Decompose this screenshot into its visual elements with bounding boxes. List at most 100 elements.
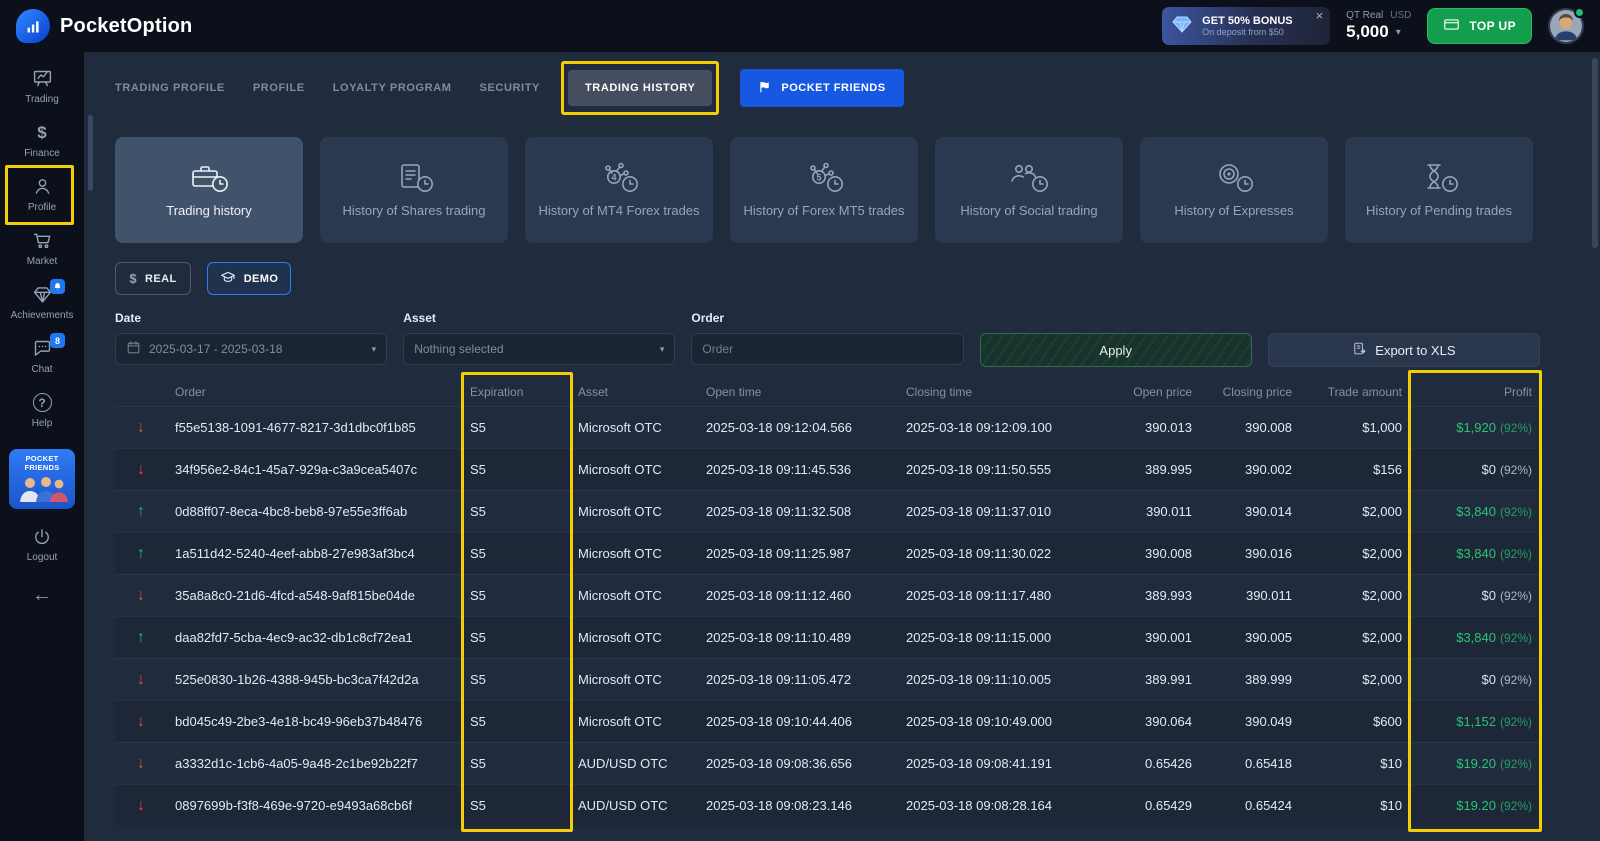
tab-trading-history[interactable]: TRADING HISTORY xyxy=(568,70,712,106)
sidebar-item-label: Finance xyxy=(24,148,60,159)
pocketoption-logo-icon xyxy=(16,9,50,43)
header-closing-price: Closing price xyxy=(1200,385,1300,399)
cell-closing-price: 390.002 xyxy=(1200,462,1300,477)
balance-selector[interactable]: QT Real USD 5,000 ▾ xyxy=(1346,10,1411,42)
sidebar-item-help[interactable]: ? Help xyxy=(0,384,84,438)
app-logo[interactable]: PocketOption xyxy=(16,9,192,43)
left-scrollbar-thumb[interactable] xyxy=(88,115,93,191)
cell-expiration: S5 xyxy=(462,546,570,561)
cell-asset: Microsoft OTC xyxy=(570,672,698,687)
bonus-subtitle: On deposit from $50 xyxy=(1202,27,1292,37)
cell-order-id: 0897699b-f3f8-469e-9720-e9493a68cb6f xyxy=(167,798,462,813)
cell-closing-price: 0.65424 xyxy=(1200,798,1300,813)
history-card-mt5-forex[interactable]: 5 History of Forex MT5 trades xyxy=(730,137,918,243)
cell-closing-time: 2025-03-18 09:08:28.164 xyxy=(898,798,1098,813)
sidebar-item-chat[interactable]: Chat 8 xyxy=(0,330,84,384)
demo-account-button[interactable]: DEMO xyxy=(207,262,291,295)
history-card-mt4-forex[interactable]: 4 History of MT4 Forex trades xyxy=(525,137,713,243)
real-account-button[interactable]: $ REAL xyxy=(115,262,191,295)
header-profit: Profit xyxy=(1410,385,1540,399)
order-filter-group: Order xyxy=(691,311,963,367)
topbar-right: GET 50% BONUS On deposit from $50 × QT R… xyxy=(1162,7,1584,45)
tab-profile[interactable]: PROFILE xyxy=(253,82,305,94)
trade-direction-down-icon: ↓ xyxy=(115,461,167,479)
collapse-sidebar-arrow-icon[interactable]: ← xyxy=(32,584,52,607)
cell-asset: Microsoft OTC xyxy=(570,504,698,519)
cell-open-price: 389.995 xyxy=(1098,462,1200,477)
graduation-cap-icon xyxy=(220,269,236,288)
history-card-label: History of Social trading xyxy=(960,203,1097,220)
trade-direction-up-icon: ↑ xyxy=(115,629,167,647)
table-row: ↑1a511d42-5240-4eef-abb8-27e983af3bc4S5M… xyxy=(115,532,1540,574)
people-clock-icon xyxy=(1007,160,1051,194)
online-status-dot xyxy=(1574,7,1585,18)
profile-tabs: TRADING PROFILE PROFILE LOYALTY PROGRAM … xyxy=(115,65,1574,111)
apply-button[interactable]: Apply xyxy=(980,333,1252,367)
cell-closing-time: 2025-03-18 09:12:09.100 xyxy=(898,420,1098,435)
order-input[interactable] xyxy=(702,342,952,356)
top-up-button[interactable]: TOP UP xyxy=(1427,8,1532,44)
pocket-friends-label: POCKET FRIENDS xyxy=(16,454,68,473)
cell-expiration: S5 xyxy=(462,588,570,603)
cell-profit: $3,840(92%) xyxy=(1410,630,1540,645)
history-card-shares-trading[interactable]: History of Shares trading xyxy=(320,137,508,243)
cell-open-time: 2025-03-18 09:11:10.489 xyxy=(698,630,898,645)
cell-open-price: 389.991 xyxy=(1098,672,1200,687)
cell-profit: $0(92%) xyxy=(1410,588,1540,603)
cell-trade-amount: $156 xyxy=(1300,462,1410,477)
user-avatar[interactable] xyxy=(1548,8,1584,44)
history-card-social-trading[interactable]: History of Social trading xyxy=(935,137,1123,243)
trade-direction-down-icon: ↓ xyxy=(115,587,167,605)
cell-profit: $1,920(92%) xyxy=(1410,420,1540,435)
profit-percent: (92%) xyxy=(1500,505,1532,519)
profit-amount: $3,840 xyxy=(1456,504,1496,519)
sidebar-item-label: Profile xyxy=(28,202,56,213)
history-card-label: History of Pending trades xyxy=(1366,203,1512,220)
achievements-notification-badge xyxy=(50,279,65,294)
cell-expiration: S5 xyxy=(462,462,570,477)
bonus-banner[interactable]: GET 50% BONUS On deposit from $50 × xyxy=(1162,7,1330,45)
profit-amount: $0 xyxy=(1482,588,1496,603)
tab-trading-profile[interactable]: TRADING PROFILE xyxy=(115,82,225,94)
sidebar-item-achievements[interactable]: Achievements xyxy=(0,276,84,330)
history-card-expresses[interactable]: History of Expresses xyxy=(1140,137,1328,243)
header-closing-time: Closing time xyxy=(898,385,1098,399)
sidebar-item-market[interactable]: Market xyxy=(0,222,84,276)
tab-pocket-friends[interactable]: POCKET FRIENDS xyxy=(740,69,903,107)
cell-closing-time: 2025-03-18 09:11:30.022 xyxy=(898,546,1098,561)
export-xls-button[interactable]: Export to XLS xyxy=(1268,333,1540,367)
cell-asset: Microsoft OTC xyxy=(570,546,698,561)
right-scrollbar-thumb[interactable] xyxy=(1592,58,1598,248)
cell-open-time: 2025-03-18 09:10:44.406 xyxy=(698,714,898,729)
sidebar-item-finance[interactable]: $ Finance xyxy=(0,114,84,168)
sidebar-item-trading[interactable]: Trading xyxy=(0,60,84,114)
trade-direction-up-icon: ↑ xyxy=(115,503,167,521)
close-icon[interactable]: × xyxy=(1316,8,1324,23)
profit-amount: $3,840 xyxy=(1456,546,1496,561)
cell-profit: $0(92%) xyxy=(1410,672,1540,687)
profit-amount: $19.20 xyxy=(1456,756,1496,771)
cell-order-id: 34f956e2-84c1-45a7-929a-c3a9cea5407c xyxy=(167,462,462,477)
table-body: ↓f55e5138-1091-4677-8217-3d1dbc0f1b85S5M… xyxy=(115,406,1540,826)
demo-label: DEMO xyxy=(244,273,279,285)
tab-loyalty-program[interactable]: LOYALTY PROGRAM xyxy=(333,82,452,94)
date-range-picker[interactable]: 2025-03-17 - 2025-03-18 ▾ xyxy=(115,333,387,365)
order-filter-label: Order xyxy=(691,311,963,326)
cell-trade-amount: $10 xyxy=(1300,798,1410,813)
sidebar-item-logout[interactable]: Logout xyxy=(0,518,84,572)
cell-trade-amount: $1,000 xyxy=(1300,420,1410,435)
table-row: ↑daa82fd7-5cba-4ec9-ac32-db1c8cf72ea1S5M… xyxy=(115,616,1540,658)
history-card-pending-trades[interactable]: History of Pending trades xyxy=(1345,137,1533,243)
asset-select[interactable]: Nothing selected ▾ xyxy=(403,333,675,365)
cell-open-price: 390.013 xyxy=(1098,420,1200,435)
history-card-trading-history[interactable]: Trading history xyxy=(115,137,303,243)
sidebar-item-profile[interactable]: Profile xyxy=(0,168,84,222)
cell-open-price: 390.064 xyxy=(1098,714,1200,729)
sidebar-item-pocket-friends[interactable]: POCKET FRIENDS xyxy=(9,449,75,509)
cell-open-price: 0.65426 xyxy=(1098,756,1200,771)
cell-open-time: 2025-03-18 09:11:45.536 xyxy=(698,462,898,477)
cell-profit: $0(92%) xyxy=(1410,462,1540,477)
tab-security[interactable]: SECURITY xyxy=(480,82,540,94)
cell-closing-price: 390.014 xyxy=(1200,504,1300,519)
trading-history-table: Order Expiration Asset Open time Closing… xyxy=(115,378,1540,826)
